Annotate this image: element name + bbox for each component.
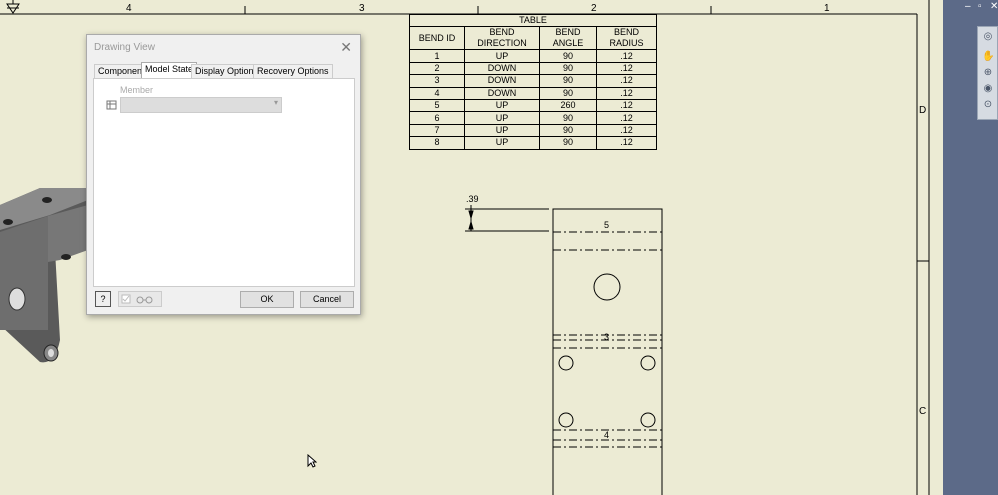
ruler-number: 4 — [126, 3, 132, 14]
member-label: Member — [120, 85, 154, 95]
table-cell: 90 — [539, 61, 597, 76]
options-toggle-group[interactable] — [118, 291, 162, 307]
tab-recovery-options[interactable]: Recovery Options — [253, 64, 333, 78]
table-cell: 90 — [539, 86, 597, 100]
table-row: 5 UP 260.12 — [409, 98, 657, 113]
table-cell: .12 — [596, 111, 657, 125]
table-cell: .12 — [596, 98, 657, 113]
orbit-icon[interactable]: ◉ — [982, 83, 994, 95]
table-cell: 5 — [409, 98, 465, 113]
tab-display-options[interactable]: Display Options — [191, 64, 263, 78]
member-select[interactable]: ▾ — [120, 97, 282, 113]
table-cell: .12 — [596, 86, 657, 100]
help-button[interactable]: ? — [95, 291, 111, 307]
bend-table-title: TABLE — [409, 13, 657, 28]
navigation-bar[interactable]: ◎ ✋ ⊕ ◉ ⊙ — [977, 26, 998, 120]
close-window-icon[interactable]: ✕ — [990, 1, 998, 12]
table-cell: .12 — [596, 61, 657, 76]
bend-label: 3 — [604, 332, 610, 342]
table-cell: .12 — [596, 123, 657, 138]
table-cell: .12 — [596, 136, 657, 150]
table-cell: 8 — [409, 136, 465, 150]
table-row: 8 UP 90.12 — [409, 136, 657, 150]
glasses-icon — [121, 294, 153, 304]
table-row: 7 UP 90.12 — [409, 123, 657, 138]
minimize-icon[interactable]: – — [965, 1, 971, 12]
chevron-down-icon: ▾ — [273, 98, 278, 107]
table-cell: 4 — [409, 86, 465, 100]
pan-icon[interactable]: ✋ — [982, 51, 994, 63]
ok-button[interactable]: OK — [240, 291, 294, 308]
mouse-cursor-icon — [307, 454, 317, 468]
table-cell: UP — [464, 111, 540, 125]
bracket-3d-view — [0, 188, 88, 363]
bend-label: 5 — [604, 220, 610, 230]
table-cell: DOWN — [464, 86, 540, 100]
table-cell: 2 — [409, 61, 465, 76]
zoom-window-icon[interactable]: ⊙ — [982, 99, 994, 111]
dialog-title: Drawing View — [94, 42, 155, 53]
table-cell: .12 — [596, 49, 657, 63]
table-cell: 90 — [539, 74, 597, 88]
flat-pattern-view — [465, 205, 663, 495]
table-cell: 90 — [539, 111, 597, 125]
table-cell: 260 — [539, 98, 597, 113]
table-row: 4 DOWN 90.12 — [409, 86, 657, 100]
table-cell: UP — [464, 136, 540, 150]
bend-table-header: BEND DIRECTION — [464, 26, 540, 51]
tab-model-state[interactable]: Model State — [141, 62, 198, 79]
table-cell: 3 — [409, 74, 465, 88]
cancel-button[interactable]: Cancel — [300, 291, 354, 308]
table-cell: 90 — [539, 136, 597, 150]
table-cell: 90 — [539, 49, 597, 63]
table-cell: 1 — [409, 49, 465, 63]
table-cell: 7 — [409, 123, 465, 138]
table-row: 2 DOWN 90.12 — [409, 61, 657, 76]
steering-wheel-icon[interactable]: ◎ — [982, 31, 994, 43]
model-state-panel: Member ▾ — [93, 78, 355, 287]
table-row: 1 UP 90.12 — [409, 49, 657, 63]
ruler-number: 1 — [824, 3, 830, 14]
table-row: 6 UP 90.12 — [409, 111, 657, 125]
member-table-icon — [106, 100, 117, 110]
ruler-number: 2 — [591, 3, 597, 14]
table-cell: UP — [464, 98, 540, 113]
bend-table-header: BEND ID — [409, 26, 465, 51]
table-row: 3 DOWN 90.12 — [409, 74, 657, 88]
zoom-icon[interactable]: ⊕ — [982, 67, 994, 79]
table-cell: .12 — [596, 74, 657, 88]
bend-table[interactable]: TABLE BEND ID BEND DIRECTION BEND ANGLE … — [409, 13, 657, 150]
table-cell: 6 — [409, 111, 465, 125]
bend-label: 4 — [604, 430, 610, 440]
table-cell: 90 — [539, 123, 597, 138]
table-cell: UP — [464, 123, 540, 138]
restore-icon[interactable]: ▫ — [978, 1, 982, 12]
table-cell: DOWN — [464, 61, 540, 76]
drawing-view-dialog[interactable]: Drawing View ✕ Component Model State Dis… — [86, 34, 361, 315]
dimension-label: .39 — [466, 194, 479, 204]
bend-table-header: BEND ANGLE — [539, 26, 597, 51]
table-cell: UP — [464, 49, 540, 63]
zone-letter: C — [919, 406, 927, 417]
close-icon[interactable]: ✕ — [340, 39, 352, 56]
bend-table-header: BEND RADIUS — [596, 26, 657, 51]
table-cell: DOWN — [464, 74, 540, 88]
ruler-number: 3 — [359, 3, 365, 14]
zone-letter: D — [919, 105, 927, 116]
